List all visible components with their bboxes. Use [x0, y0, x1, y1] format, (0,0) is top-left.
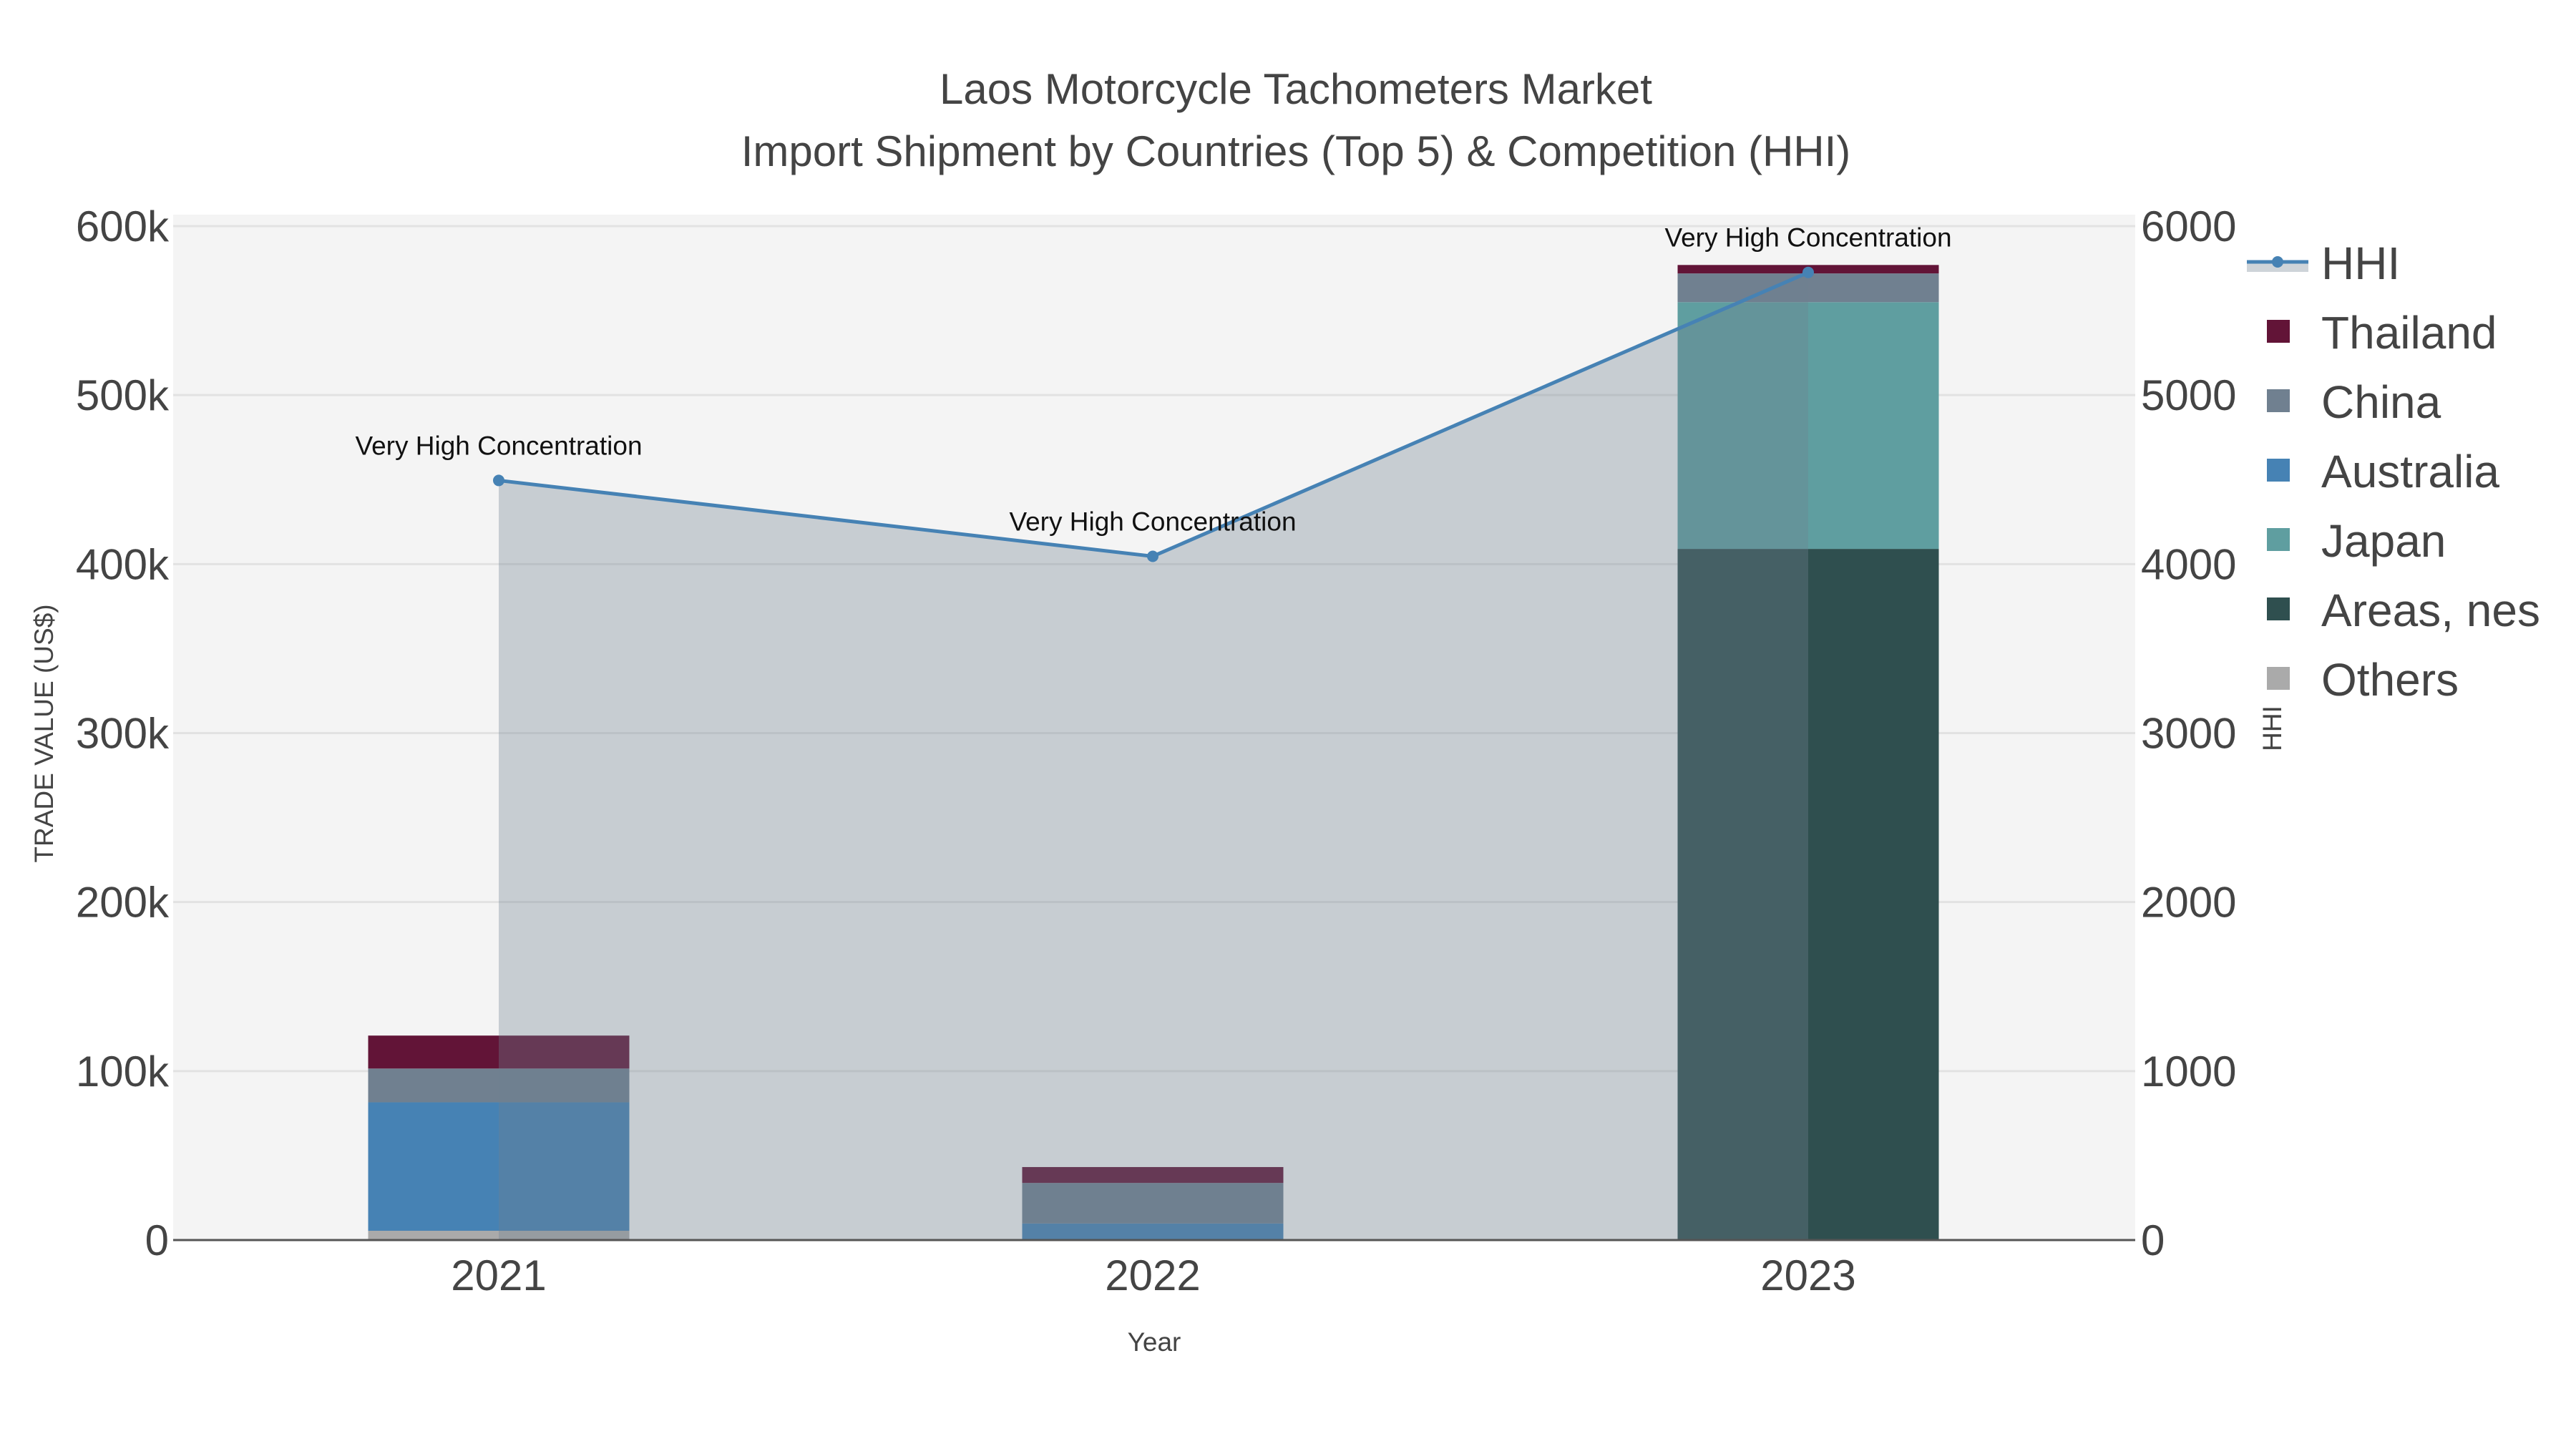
y-tick-label: 100k [76, 1048, 170, 1096]
y2-tick-label: 4000 [2141, 540, 2236, 588]
legend-label: Others [2321, 654, 2459, 706]
chart: Laos Motorcycle Tachometers Market Impor… [29, 65, 2540, 1357]
legend-swatch-thailand [2267, 320, 2290, 343]
hhi-annotation: Very High Concentration [355, 431, 642, 460]
chart-title: Laos Motorcycle Tachometers Market [940, 65, 1652, 113]
hhi-annotation: Very High Concentration [1009, 507, 1296, 536]
legend-swatch-china [2267, 389, 2290, 412]
y-tick-label: 300k [76, 710, 170, 758]
legend-label: Australia [2321, 446, 2499, 497]
y2-tick-label: 0 [2141, 1216, 2165, 1264]
hhi-point [1147, 550, 1158, 562]
legend-swatch-australia [2267, 459, 2290, 482]
hhi-annotation: Very High Concentration [1664, 223, 1951, 253]
y-tick-label: 600k [76, 203, 170, 250]
y2-tick-label: 6000 [2141, 203, 2236, 250]
y2-tick-label: 1000 [2141, 1048, 2236, 1096]
y-tick-label: 500k [76, 371, 170, 419]
x-tick-label: 2022 [1105, 1252, 1200, 1299]
legend-label: Thailand [2321, 307, 2497, 358]
x-tick-label: 2023 [1760, 1252, 1855, 1299]
chart-subtitle: Import Shipment by Countries (Top 5) & C… [741, 127, 1851, 175]
legend-hhi-marker [2272, 256, 2283, 268]
legend-swatch-japan [2267, 528, 2290, 551]
x-tick-label: 2021 [451, 1252, 546, 1299]
legend-label: Japan [2321, 515, 2446, 567]
hhi-point [1802, 266, 1814, 278]
legend-label: China [2321, 376, 2441, 428]
y-axis-title: TRADE VALUE (US$) [29, 604, 59, 862]
y2-tick-label: 3000 [2141, 710, 2236, 758]
hhi-point [493, 474, 504, 487]
y2-tick-label: 2000 [2141, 879, 2236, 927]
y-tick-label: 400k [76, 540, 170, 588]
x-axis-title: Year [1128, 1327, 1181, 1357]
legend-swatch-areas-nes [2267, 597, 2290, 620]
y2-tick-label: 5000 [2141, 371, 2236, 419]
legend-label: Areas, nes [2321, 585, 2540, 636]
legend-label: HHI [2321, 238, 2400, 289]
y-tick-label: 0 [145, 1216, 169, 1264]
legend-swatch-others [2267, 667, 2290, 690]
y2-axis-title: HHI [2258, 706, 2287, 751]
y-tick-label: 200k [76, 879, 170, 927]
